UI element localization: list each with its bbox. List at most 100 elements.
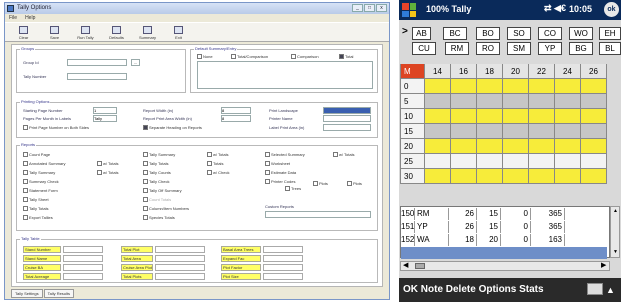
list-item[interactable]: 150 RM 26 15 0 365: [401, 208, 607, 220]
report-checkbox[interactable]: Tally Off Summary: [143, 188, 182, 193]
species-button[interactable]: EH: [599, 27, 621, 40]
summary-total-comparison-radio[interactable]: Total/Comparison: [231, 54, 268, 59]
species-button[interactable]: SM: [507, 42, 531, 55]
close-icon[interactable]: x: [376, 4, 387, 12]
tally-field-input[interactable]: [155, 246, 205, 253]
species-button[interactable]: YP: [538, 42, 562, 55]
report-option-checkbox[interactable]: Plots: [347, 181, 362, 186]
tally-cell[interactable]: [451, 154, 477, 169]
tally-field-input[interactable]: [63, 264, 103, 271]
report-checkbox[interactable]: Tally Check: [143, 179, 169, 184]
tally-cell[interactable]: [555, 139, 581, 154]
species-button[interactable]: RM: [445, 42, 469, 55]
report-checkbox[interactable]: Tally Counts: [143, 170, 171, 175]
tally-field-input[interactable]: [155, 273, 205, 280]
defaults-button[interactable]: Defaults: [102, 23, 131, 42]
species-button[interactable]: BO: [476, 27, 500, 40]
tally-cell[interactable]: [529, 154, 555, 169]
tally-cell[interactable]: [503, 79, 529, 94]
tally-cell[interactable]: [425, 154, 451, 169]
species-button[interactable]: RO: [476, 42, 500, 55]
report-option-checkbox[interactable]: w/ Check: [207, 170, 229, 175]
tab-tally-settings[interactable]: Tally Settings: [11, 289, 43, 298]
clear-button[interactable]: Clear: [9, 23, 38, 42]
list-item[interactable]: 151 YP 26 15 0 365: [401, 221, 607, 233]
tally-cell[interactable]: [503, 169, 529, 184]
ok-button[interactable]: ok: [604, 2, 619, 17]
species-button[interactable]: CU: [412, 42, 436, 55]
scroll-thumb[interactable]: [415, 263, 425, 269]
grid-header-cell[interactable]: 22: [529, 64, 555, 79]
tally-cell[interactable]: [477, 139, 503, 154]
tally-field-input[interactable]: [155, 255, 205, 262]
tally-cell[interactable]: [555, 109, 581, 124]
summary-comparison-radio[interactable]: Comparison: [291, 54, 319, 59]
tally-field-input[interactable]: [63, 255, 103, 262]
tally-cell[interactable]: [555, 94, 581, 109]
connectivity-volume-icon[interactable]: ⇄ ◀€: [544, 3, 566, 14]
tally-cell[interactable]: [425, 109, 451, 124]
tally-cell[interactable]: [503, 154, 529, 169]
scroll-left-icon[interactable]: ◀: [403, 262, 408, 270]
report-checkbox[interactable]: Estimate Data: [265, 170, 296, 175]
exit-button[interactable]: Exit: [164, 23, 193, 42]
tally-cell[interactable]: [451, 94, 477, 109]
keyboard-toggle-icon[interactable]: ▲: [606, 278, 615, 302]
separate-heading-checkbox[interactable]: Separate Heading on Reports: [143, 125, 202, 130]
save-button[interactable]: Save: [40, 23, 69, 42]
report-checkbox[interactable]: Tally Summary: [23, 170, 55, 175]
grid-header-cell[interactable]: 24: [555, 64, 581, 79]
horizontal-scrollbar[interactable]: ◀ ▶: [400, 261, 610, 271]
report-option-checkbox[interactable]: Totals: [207, 161, 223, 166]
tally-cell[interactable]: [477, 169, 503, 184]
tally-cell[interactable]: [425, 79, 451, 94]
report-checkbox[interactable]: Worksheet: [265, 161, 290, 166]
windows-start-icon[interactable]: [402, 3, 416, 17]
grid-header-cell[interactable]: 16: [451, 64, 477, 79]
report-checkbox[interactable]: Tally Summary: [143, 152, 175, 157]
report-checkbox[interactable]: Annotated Summary: [23, 161, 65, 166]
starting-page-input[interactable]: 1: [93, 107, 117, 114]
summary-text-area[interactable]: [197, 61, 373, 89]
species-button[interactable]: WO: [569, 27, 593, 40]
label-print-area-input[interactable]: [323, 124, 371, 131]
softkey-menu[interactable]: OK Note Delete Options Stats: [403, 284, 544, 295]
tally-cell[interactable]: [477, 154, 503, 169]
group-browse-button[interactable]: ...: [131, 59, 140, 66]
species-button[interactable]: CO: [538, 27, 562, 40]
tally-cell[interactable]: [451, 139, 477, 154]
species-button[interactable]: BC: [443, 27, 467, 40]
tally-cell[interactable]: [503, 124, 529, 139]
report-option-checkbox[interactable]: w/ Totals: [97, 161, 119, 166]
report-option-checkbox[interactable]: w/ Totals: [333, 152, 355, 157]
print-both-sides-checkbox[interactable]: Print Page Number on Both Sides: [23, 125, 89, 130]
tally-cell[interactable]: [451, 109, 477, 124]
tally-cell[interactable]: [581, 169, 607, 184]
tally-cell[interactable]: [581, 139, 607, 154]
tally-cell[interactable]: [529, 139, 555, 154]
group-id-input[interactable]: [67, 59, 127, 66]
grid-header-cell[interactable]: M: [400, 64, 425, 79]
menu-help[interactable]: Help: [25, 14, 35, 22]
tally-cell[interactable]: [555, 154, 581, 169]
scroll-down-icon[interactable]: ▼: [613, 249, 618, 255]
tally-field-input[interactable]: [263, 255, 303, 262]
report-checkbox[interactable]: Tally Totals: [143, 161, 169, 166]
vertical-scrollbar[interactable]: ▲ ▼: [610, 206, 620, 258]
tally-cell[interactable]: [555, 169, 581, 184]
report-checkbox[interactable]: Species Totals: [143, 215, 175, 220]
grid-header-cell[interactable]: 14: [425, 64, 451, 79]
list-item[interactable]: 152 WA 18 20 0 163: [401, 234, 607, 246]
tally-cell[interactable]: [529, 94, 555, 109]
keyboard-icon[interactable]: [587, 283, 603, 295]
grid-header-cell[interactable]: 18: [477, 64, 503, 79]
tally-cell[interactable]: [503, 109, 529, 124]
species-button[interactable]: BG: [569, 42, 593, 55]
report-checkbox[interactable]: Column/Item Numbers: [143, 206, 189, 211]
pages-per-month-input[interactable]: Tally: [93, 115, 117, 122]
species-button[interactable]: SO: [507, 27, 531, 40]
report-checkbox[interactable]: Count Page: [23, 152, 50, 157]
tally-cell[interactable]: [581, 94, 607, 109]
tally-cell[interactable]: [581, 154, 607, 169]
tally-cell[interactable]: [555, 79, 581, 94]
